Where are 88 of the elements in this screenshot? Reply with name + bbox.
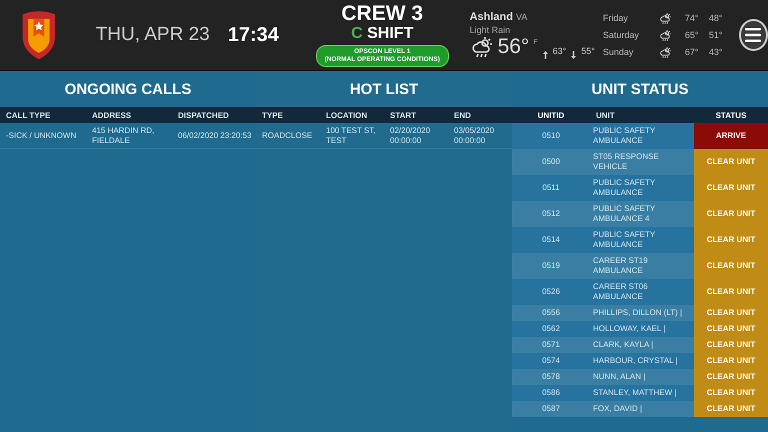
table-cell-text: 0587 — [541, 403, 561, 415]
time: 17:34 — [228, 24, 279, 46]
table-cell-text: 0574 — [541, 355, 561, 367]
status-button[interactable]: CLEAR UNIT — [694, 321, 768, 337]
table-cell-text: ROADCLOSE — [261, 130, 314, 140]
status-button[interactable]: CLEAR UNIT — [694, 227, 768, 253]
menu-icon — [745, 28, 762, 42]
table-cell-text: 415 HARDIN RD, FIELDALE — [91, 126, 156, 146]
table-cell-text: 0500 — [541, 156, 561, 168]
column-header: STATUS — [714, 110, 748, 120]
status-button[interactable]: CLEAR UNIT — [694, 305, 768, 321]
status-button[interactable]: ARRIVE — [694, 123, 768, 149]
column-header: TYPE — [261, 110, 284, 120]
column-header: UNIT — [595, 110, 616, 120]
column-header: CALL TYPE — [5, 110, 52, 120]
table-cell-text: 0586 — [541, 387, 561, 399]
forecast-day: Saturday — [602, 30, 659, 40]
table-cell-text: 0556 — [541, 307, 561, 319]
column-header: LOCATION — [325, 110, 368, 120]
table-cell-text: 0510 — [541, 130, 561, 142]
column-header: START — [389, 110, 418, 120]
status-button[interactable]: CLEAR UNIT — [694, 253, 768, 279]
weather-location: Ashland VA — [470, 11, 528, 23]
column-header: END — [453, 110, 472, 120]
status-button[interactable]: CLEAR UNIT — [694, 353, 768, 369]
forecast-day: Sunday — [602, 47, 659, 57]
panel-title: HOT LIST — [348, 80, 420, 100]
table-cell-text: 0526 — [541, 286, 561, 298]
up-arrow-icon — [542, 51, 548, 59]
column-header: UNITID — [536, 110, 566, 120]
table-cell-text: FOX, DAVID | — [592, 403, 644, 415]
table-cell-text: NUNN, ALAN | — [592, 371, 646, 383]
crew-title: CREW 3 — [341, 3, 424, 25]
weather-icon — [470, 35, 494, 59]
table-cell-text: -SICK / UNKNOWN — [5, 130, 78, 140]
status-button[interactable]: CLEAR UNIT — [694, 201, 768, 227]
table-cell-text: CAREER ST19 AMBULANCE — [592, 255, 649, 277]
weather-icon — [658, 46, 672, 58]
table-cell-text: PHILLIPS, DILLON (LT) | — [592, 307, 684, 319]
table-cell-text: 02/20/2020 00:00:00 — [389, 126, 432, 146]
weather-icon — [658, 28, 672, 42]
table-cell-text: CLARK, KAYLA | — [592, 339, 654, 351]
table-cell-text: 0512 — [541, 208, 561, 220]
forecast-high: 67° — [684, 47, 700, 57]
weather-icon — [658, 12, 672, 24]
table-cell-text: ST05 RESPONSE VEHICLE — [592, 151, 660, 173]
table-cell-text: STANLEY, MATTHEW | — [592, 387, 678, 399]
status-button[interactable]: CLEAR UNIT — [694, 279, 768, 305]
menu-button[interactable] — [738, 19, 768, 51]
status-button[interactable]: CLEAR UNIT — [694, 149, 768, 175]
table-cell-text: 0571 — [541, 339, 561, 351]
date: THU, APR 23 — [96, 24, 210, 46]
current-temperature: 56° — [498, 35, 530, 59]
shift-label: C SHIFT — [351, 25, 414, 43]
table-cell-text: 0578 — [541, 371, 561, 383]
table-cell-text: PUBLIC SAFETY AMBULANCE — [592, 177, 656, 199]
forecast-low: 43° — [708, 47, 724, 57]
table-cell-text: PUBLIC SAFETY AMBULANCE — [592, 125, 656, 147]
column-header: ADDRESS — [91, 110, 132, 120]
status-button[interactable]: CLEAR UNIT — [694, 337, 768, 353]
table-cell-text: HOLLOWAY, KAEL | — [592, 323, 666, 335]
table-cell-text: HARBOUR, CRYSTAL | — [592, 355, 679, 367]
down-arrow-icon — [571, 51, 576, 59]
forecast-low: 51° — [708, 30, 724, 40]
table-cell-text: 03/05/2020 00:00:00 — [453, 126, 496, 146]
high-temperature: 63° — [552, 46, 566, 56]
status-button[interactable]: CLEAR UNIT — [694, 401, 768, 417]
table-cell-text: 06/02/2020 23:20:53 — [177, 130, 252, 140]
forecast-low: 48° — [708, 13, 724, 23]
table-cell-text: 0519 — [541, 260, 561, 272]
forecast-high: 65° — [684, 30, 700, 40]
table-cell-text: CAREER ST06 AMBULANCE — [592, 281, 649, 303]
panel-title: ONGOING CALLS — [64, 80, 192, 100]
table-cell-text: PUBLIC SAFETY AMBULANCE 4 — [592, 203, 656, 225]
column-header: DISPATCHED — [177, 110, 230, 120]
forecast-day: Friday — [602, 13, 659, 23]
table-cell-text: 0562 — [541, 323, 561, 335]
status-button[interactable]: CLEAR UNIT — [694, 175, 768, 201]
forecast-high: 74° — [684, 13, 700, 23]
low-temperature: 55° — [581, 46, 595, 56]
weather-condition: Light Rain — [470, 25, 512, 35]
table-cell-text: 0511 — [541, 182, 561, 194]
status-button[interactable]: CLEAR UNIT — [694, 385, 768, 401]
table-cell-text: 0514 — [541, 234, 561, 246]
table-cell-text: PUBLIC SAFETY AMBULANCE — [592, 229, 656, 251]
table-cell-text: 100 TEST ST, TEST — [325, 126, 377, 146]
panel-title: UNIT STATUS — [590, 80, 690, 100]
status-button[interactable]: CLEAR UNIT — [694, 369, 768, 385]
